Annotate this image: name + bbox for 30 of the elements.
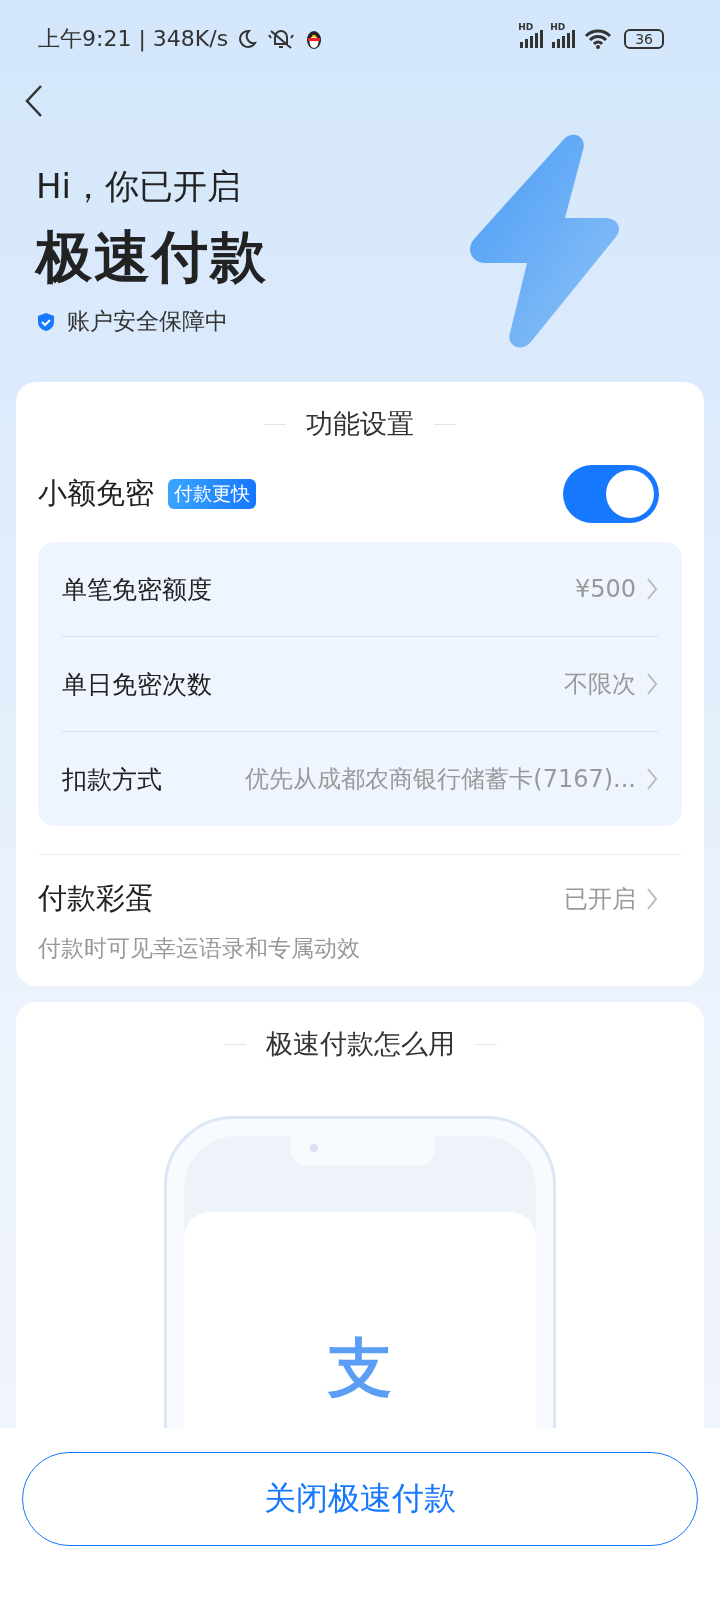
muted-bell-icon [266,27,297,51]
setting-label: 小额免密 [38,475,154,512]
card-title: 极速付款怎么用 [265,1027,455,1061]
security-text: 账户安全保障中 [67,307,228,336]
hd-label: HD [550,22,566,32]
close-fast-pay-button[interactable]: 关闭极速付款 [22,1452,698,1546]
logo-text: 支 [328,1336,392,1400]
card-title: 功能设置 [306,407,414,441]
chevron-right-icon [646,767,658,791]
page-title: 极速付款 [36,223,268,291]
signal-icon [520,30,545,48]
shield-check-icon [37,311,55,332]
back-icon[interactable] [24,84,44,118]
chevron-right-icon [646,577,658,601]
hd-label: HD [518,22,534,32]
easter-egg-row[interactable]: 付款彩蛋 已开启 [38,871,682,927]
status-time: 上午9:21 | 348K/s [38,25,229,54]
wifi-icon [584,28,613,50]
battery-icon: 36 [624,29,664,49]
settings-row[interactable]: 单笔免密额度 ¥500 [62,542,658,636]
settings-row[interactable]: 扣款方式 优先从成都农商银行储蓄卡(7167)... [62,731,658,826]
feature-badge: 付款更快 [168,479,256,509]
description-text: 付款时可见幸运语录和专属动效 [38,934,361,963]
settings-row[interactable]: 单日免密次数 不限次 [62,636,658,731]
toggle-switch[interactable] [563,465,659,523]
signal-icon [552,30,577,48]
chevron-right-icon [646,672,658,696]
moon-icon [236,28,259,50]
greeting-text: Hi，你已开启 [36,165,241,208]
chevron-right-icon [646,887,658,911]
